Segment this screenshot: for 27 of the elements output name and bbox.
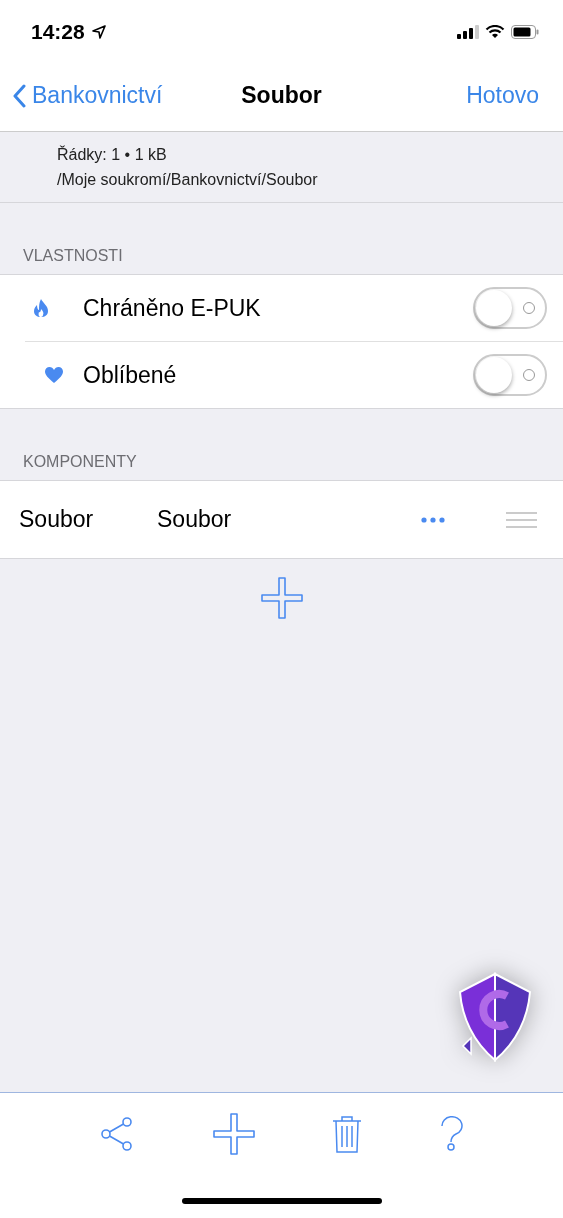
status-time: 14:28 [31,20,85,44]
done-button[interactable]: Hotovo [466,82,539,109]
toggle-switch[interactable] [473,354,547,396]
back-button[interactable]: Bankovnictví [12,82,163,109]
flame-icon [31,298,51,318]
shield-logo-icon[interactable] [457,972,533,1062]
component-value: Soubor [157,506,233,533]
file-stats: Řádky: 1 • 1 kB [57,144,168,165]
component-name: Soubor [19,506,95,533]
heart-icon [43,366,64,384]
share-icon[interactable] [98,1116,135,1152]
battery-icon [511,25,539,39]
trash-icon[interactable] [332,1115,363,1153]
wifi-icon [485,25,505,39]
add-icon[interactable] [212,1113,255,1155]
setting-label: Chráněno E-PUK [83,294,262,322]
toggle-switch[interactable] [473,287,547,329]
location-arrow-icon [91,25,106,39]
setting-label: Oblíbené [83,361,178,389]
nav-title: Soubor [241,82,322,109]
add-icon[interactable] [260,577,303,619]
help-icon[interactable] [440,1116,465,1152]
drag-handle-icon[interactable] [506,511,537,528]
signal-icon [457,25,479,39]
file-path: /Moje soukromí/Bankovnictví/Soubor [57,170,319,190]
back-chevron-icon[interactable] [12,83,26,108]
more-icon[interactable] [421,516,445,523]
